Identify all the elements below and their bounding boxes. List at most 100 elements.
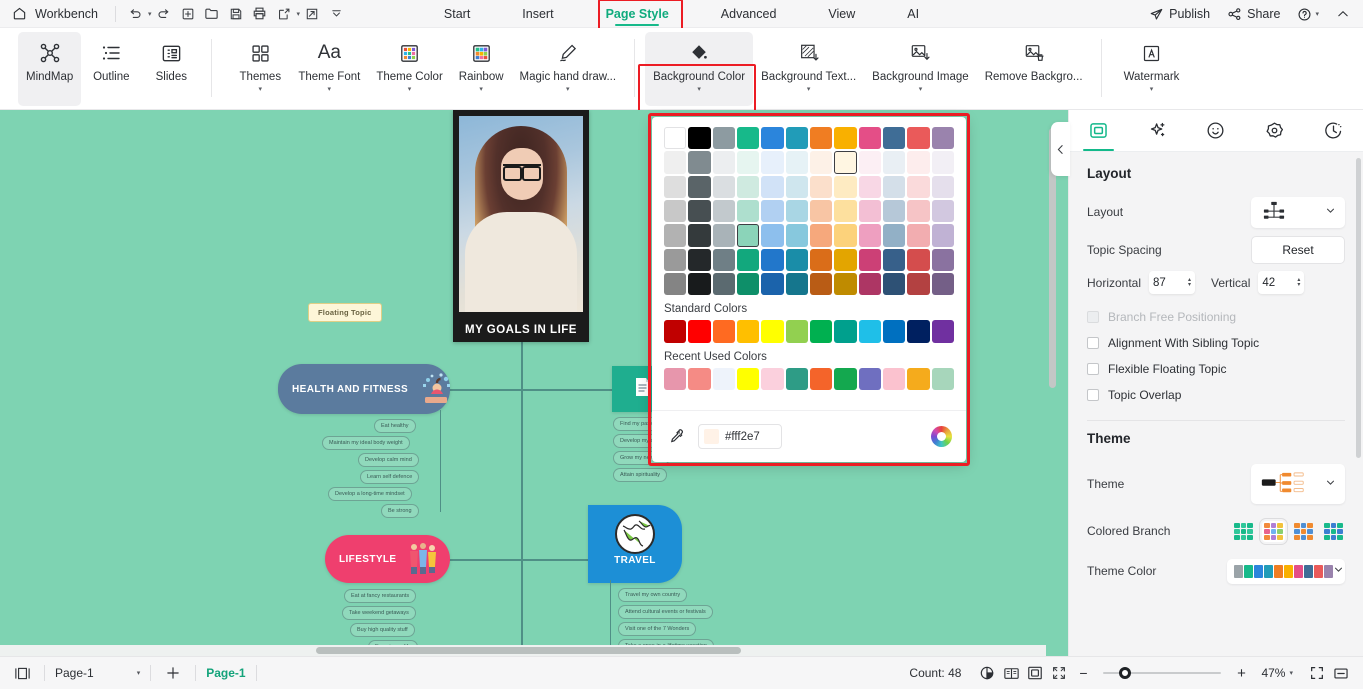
sub-topic-travel-2[interactable]: Visit one of the 7 Wonders xyxy=(618,622,697,636)
theme-color-select[interactable] xyxy=(1227,558,1345,584)
undo-caret-icon[interactable]: ▾ xyxy=(148,10,152,18)
panel-toggle-icon[interactable] xyxy=(10,662,34,684)
tab-effects[interactable] xyxy=(1128,110,1187,151)
theme-swatch-5-3[interactable] xyxy=(737,248,760,272)
theme-swatch-0-8[interactable] xyxy=(858,127,882,150)
ribbon-background-texture-button[interactable]: Background Text... ▾ xyxy=(753,32,864,106)
themes-caret-icon[interactable]: ▾ xyxy=(259,86,263,94)
panel-collapse-button[interactable] xyxy=(1051,122,1070,176)
ribbon-magic-hand-draw-button[interactable]: Magic hand draw... ▾ xyxy=(512,32,625,106)
standard-swatch-6[interactable] xyxy=(810,320,833,343)
ribbon-mindmap-button[interactable]: MindMap xyxy=(18,32,82,106)
theme-swatch-1-11[interactable] xyxy=(931,151,955,174)
standard-swatch-3[interactable] xyxy=(737,320,760,343)
recent-swatch-9[interactable] xyxy=(883,367,906,391)
theme-swatch-3-1[interactable] xyxy=(688,200,711,223)
ribbon-background-color-button[interactable]: Background Color ▾ xyxy=(645,32,754,106)
menu-ai[interactable]: AI xyxy=(881,0,945,28)
theme-swatch-5-1[interactable] xyxy=(688,248,711,272)
ribbon-outline-button[interactable]: Outline xyxy=(81,32,141,106)
vertical-stepper[interactable]: 42 ▴ ▾ xyxy=(1258,271,1305,294)
recent-swatch-3[interactable] xyxy=(737,367,760,391)
theme-swatch-0-7[interactable] xyxy=(834,127,857,150)
theme-swatch-2-2[interactable] xyxy=(712,175,736,199)
right-panel-scrollbar-thumb[interactable] xyxy=(1356,158,1361,458)
horizontal-stepper-arrows[interactable]: ▴ ▾ xyxy=(1188,277,1191,288)
theme-swatch-2-1[interactable] xyxy=(688,175,711,199)
theme-swatch-3-4[interactable] xyxy=(761,200,784,223)
layout-select[interactable] xyxy=(1251,196,1345,228)
page-tab-1[interactable]: Page-1 xyxy=(206,666,245,680)
ribbon-theme-color-button[interactable]: Theme Color ▾ xyxy=(368,32,450,106)
theme-swatch-0-6[interactable] xyxy=(810,127,833,150)
recent-swatch-11[interactable] xyxy=(931,367,955,391)
menu-advanced[interactable]: Advanced xyxy=(695,0,803,28)
background-texture-caret-icon[interactable]: ▾ xyxy=(807,86,811,94)
menu-page-style[interactable]: Page Style xyxy=(580,0,695,28)
ribbon-themes-button[interactable]: Themes ▾ xyxy=(230,32,290,106)
sub-topic-health-5[interactable]: Be strong xyxy=(381,504,419,518)
theme-swatch-2-5[interactable] xyxy=(785,175,809,199)
tab-style[interactable] xyxy=(1245,110,1304,151)
theme-swatch-6-0[interactable] xyxy=(664,273,687,296)
hex-color-input[interactable]: #fff2e7 xyxy=(698,424,782,449)
theme-swatch-1-7[interactable] xyxy=(834,151,857,174)
theme-swatch-0-9[interactable] xyxy=(883,127,906,150)
zoom-in-button[interactable]: + xyxy=(1229,662,1253,684)
theme-color-grid[interactable] xyxy=(664,127,955,296)
menu-insert[interactable]: Insert xyxy=(496,0,579,28)
checkbox-alignment-with-sibling-topic[interactable]: Alignment With Sibling Topic xyxy=(1087,330,1345,356)
theme-swatch-1-1[interactable] xyxy=(688,151,711,174)
theme-swatch-5-7[interactable] xyxy=(834,248,857,272)
theme-swatch-2-11[interactable] xyxy=(931,175,955,199)
theme-swatch-5-5[interactable] xyxy=(785,248,809,272)
open-button[interactable] xyxy=(200,3,224,25)
theme-swatch-0-5[interactable] xyxy=(785,127,809,150)
standard-swatch-7[interactable] xyxy=(834,320,857,343)
recent-swatch-0[interactable] xyxy=(664,367,687,391)
recent-swatch-6[interactable] xyxy=(810,367,833,391)
save-button[interactable] xyxy=(224,3,248,25)
theme-swatch-1-0[interactable] xyxy=(664,151,687,174)
collapse-ribbon-button[interactable] xyxy=(1329,3,1357,25)
theme-swatch-4-2[interactable] xyxy=(712,224,736,247)
zoom-slider-knob[interactable] xyxy=(1119,667,1132,679)
theme-swatch-4-1[interactable] xyxy=(688,224,711,247)
theme-swatch-5-8[interactable] xyxy=(858,248,882,272)
help-button[interactable]: ▾ xyxy=(1290,3,1326,25)
theme-swatch-3-5[interactable] xyxy=(785,200,809,223)
home-icon[interactable] xyxy=(10,5,28,23)
theme-swatch-5-2[interactable] xyxy=(712,248,736,272)
tab-layout[interactable] xyxy=(1069,110,1128,151)
publish-button[interactable]: Publish xyxy=(1142,3,1217,25)
ribbon-rainbow-button[interactable]: Rainbow ▾ xyxy=(451,32,512,106)
topic-overlap-checkbox[interactable] xyxy=(1087,389,1099,401)
theme-swatch-2-4[interactable] xyxy=(761,175,784,199)
workbench-label[interactable]: Workbench xyxy=(35,7,98,21)
zoom-out-button[interactable]: − xyxy=(1071,662,1095,684)
recent-swatch-5[interactable] xyxy=(785,367,809,391)
select-button[interactable] xyxy=(300,3,324,25)
theme-swatch-3-6[interactable] xyxy=(810,200,833,223)
theme-swatch-0-11[interactable] xyxy=(931,127,955,150)
fit-screen-icon[interactable] xyxy=(1305,662,1329,684)
theme-swatch-3-10[interactable] xyxy=(907,200,930,223)
reset-button[interactable]: Reset xyxy=(1251,236,1345,264)
recent-swatch-2[interactable] xyxy=(712,367,736,391)
branch-travel[interactable]: TRAVEL xyxy=(588,505,682,583)
recent-swatch-8[interactable] xyxy=(858,367,882,391)
theme-swatch-2-8[interactable] xyxy=(858,175,882,199)
ribbon-theme-font-button[interactable]: Aa Theme Font ▾ xyxy=(290,32,368,106)
theme-swatch-6-3[interactable] xyxy=(737,273,760,296)
sub-topic-health-0[interactable]: Eat healthy xyxy=(374,419,416,433)
add-page-button[interactable] xyxy=(161,662,185,684)
theme-swatch-1-8[interactable] xyxy=(858,151,882,174)
branch-lifestyle[interactable]: LIFESTYLE xyxy=(325,535,450,583)
theme-swatch-3-9[interactable] xyxy=(883,200,906,223)
theme-swatch-6-11[interactable] xyxy=(931,273,955,296)
fit-width-icon[interactable] xyxy=(1329,662,1353,684)
sub-topic-lifestyle-2[interactable]: Buy high quality stuff xyxy=(350,623,415,637)
zoom-slider[interactable] xyxy=(1103,666,1222,680)
theme-swatch-4-7[interactable] xyxy=(834,224,857,247)
theme-chevron-down-icon[interactable] xyxy=(1325,477,1336,491)
